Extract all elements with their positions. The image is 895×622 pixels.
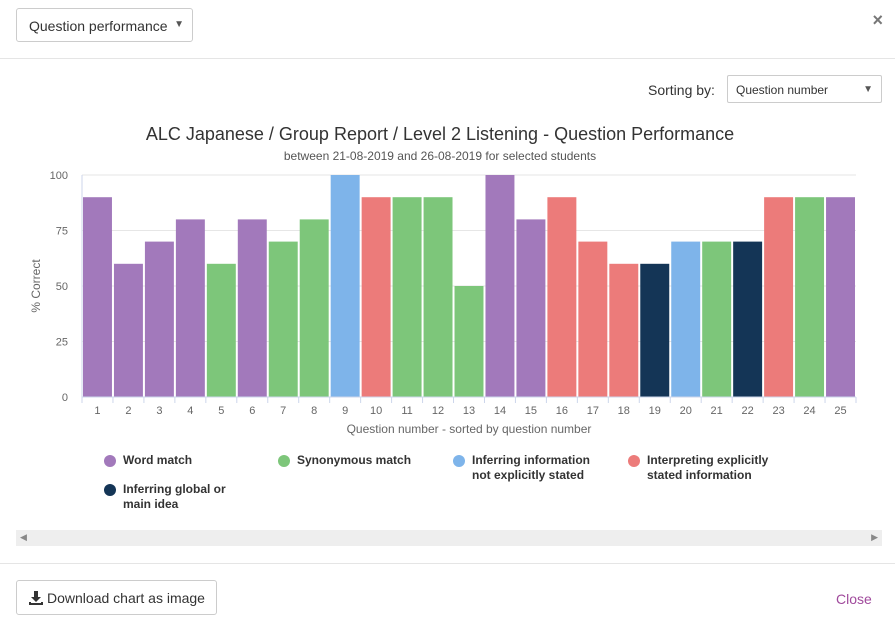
bar-q7 — [268, 241, 298, 397]
download-chart-button[interactable]: Download chart as image — [16, 580, 217, 615]
y-tick-label: 75 — [56, 226, 68, 238]
x-tick-label: 13 — [463, 405, 475, 417]
bar-q16 — [547, 197, 577, 397]
x-tick-label: 15 — [525, 405, 537, 417]
legend-label: Word match — [123, 453, 193, 467]
legend-item[interactable]: Word match — [104, 453, 244, 468]
legend-marker-icon — [628, 455, 640, 467]
x-tick-label: 11 — [401, 405, 412, 417]
bar-q5 — [206, 263, 236, 397]
x-tick-label: 22 — [742, 405, 754, 417]
scroll-left-icon[interactable]: ◀ — [20, 532, 27, 543]
bar-q3 — [144, 241, 174, 397]
legend-label: Inferring global or main idea — [123, 482, 226, 511]
bar-q13 — [454, 286, 484, 397]
bar-q14 — [485, 175, 515, 397]
bar-q23 — [764, 197, 794, 397]
legend-label: Synonymous match — [297, 453, 412, 467]
download-label: Download chart as image — [47, 590, 205, 606]
x-tick-label: 25 — [834, 405, 846, 417]
horizontal-scrollbar[interactable]: ◀ ▶ — [16, 530, 882, 546]
bar-q24 — [795, 197, 825, 397]
x-tick-label: 3 — [156, 405, 162, 417]
x-tick-label: 12 — [432, 405, 444, 417]
x-tick-label: 6 — [249, 405, 255, 417]
bar-q15 — [516, 219, 546, 397]
x-tick-label: 20 — [680, 405, 692, 417]
legend-marker-icon — [278, 455, 290, 467]
x-tick-label: 19 — [649, 405, 661, 417]
x-tick-label: 23 — [772, 405, 784, 417]
legend-marker-icon — [104, 455, 116, 467]
x-tick-label: 21 — [711, 405, 723, 417]
bar-q21 — [702, 241, 732, 397]
legend-item[interactable]: Synonymous match — [278, 453, 438, 468]
divider — [0, 563, 895, 564]
scroll-right-icon[interactable]: ▶ — [871, 532, 878, 543]
x-tick-label: 9 — [342, 405, 348, 417]
x-tick-label: 18 — [618, 405, 630, 417]
y-axis-title: % Correct — [29, 259, 43, 313]
x-tick-label: 4 — [187, 405, 193, 417]
y-tick-label: 50 — [56, 281, 68, 293]
bar-q18 — [609, 263, 639, 397]
bar-q9 — [330, 175, 360, 397]
close-button[interactable]: Close — [836, 591, 872, 607]
download-icon — [29, 591, 43, 605]
bar-q19 — [640, 263, 670, 397]
bar-q20 — [671, 241, 701, 397]
x-tick-label: 8 — [311, 405, 317, 417]
bar-chart: 02550751001 2 3 4 5 6 7 8 9 10 11 12 13 14 15 16 17 18 19 2… — [29, 170, 857, 436]
bar-q10 — [361, 197, 391, 397]
bar-q1 — [83, 197, 112, 397]
y-tick-label: 25 — [56, 337, 68, 349]
x-tick-label: 2 — [125, 405, 131, 417]
legend-marker-icon — [453, 455, 465, 467]
x-tick-label: 5 — [218, 405, 224, 417]
bar-q12 — [423, 197, 453, 397]
legend-label: Inferring information not explicitly sta… — [472, 453, 590, 482]
y-tick-label: 0 — [62, 392, 68, 404]
y-tick-label: 100 — [50, 170, 68, 182]
bar-q25 — [826, 197, 855, 397]
legend-marker-icon — [104, 484, 116, 496]
legend-label: Interpreting explicitly stated informati… — [647, 453, 769, 482]
bar-q17 — [578, 241, 608, 397]
x-axis-title: Question number - sorted by question num… — [347, 422, 592, 436]
bar-q6 — [237, 219, 267, 397]
x-tick-label: 24 — [803, 405, 815, 417]
x-tick-label: 10 — [370, 405, 382, 417]
bar-q22 — [733, 241, 763, 397]
bar-q4 — [175, 219, 205, 397]
x-tick-label: 1 — [94, 405, 100, 417]
bar-q11 — [392, 197, 422, 397]
x-tick-label: 14 — [494, 405, 506, 417]
x-tick-label: 16 — [556, 405, 568, 417]
bar-q8 — [299, 219, 329, 397]
legend-item[interactable]: Inferring global or main idea — [104, 482, 244, 512]
bar-q2 — [113, 263, 143, 397]
x-tick-label: 17 — [587, 405, 599, 417]
x-tick-label: 7 — [280, 405, 286, 417]
legend-item[interactable]: Interpreting explicitly stated informati… — [628, 453, 778, 483]
legend-item[interactable]: Inferring information not explicitly sta… — [453, 453, 603, 483]
